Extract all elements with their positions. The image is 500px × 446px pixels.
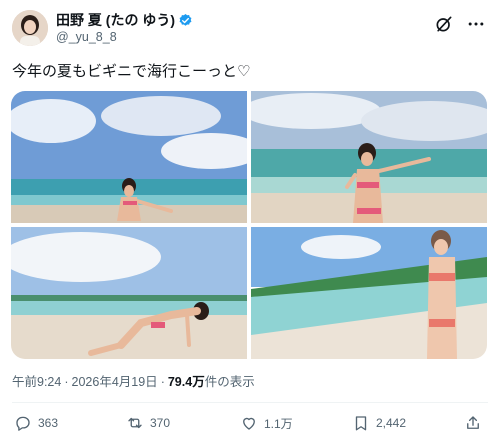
beach-photo-2[interactable] (251, 91, 487, 223)
like-button[interactable]: 1.1万 (240, 414, 293, 432)
divider (12, 402, 488, 403)
bookmark-button[interactable]: 2,442 (352, 414, 406, 432)
verified-badge-icon (178, 13, 193, 28)
beach-photo-4[interactable] (251, 227, 487, 359)
bookmark-icon (355, 416, 367, 431)
more-icon[interactable] (466, 14, 486, 34)
tweet-meta: 午前9:24 · 2026年4月19日 · 79.4万件の表示 (12, 374, 255, 390)
share-button[interactable] (464, 414, 482, 432)
beach-photo-3[interactable] (11, 227, 247, 359)
like-count: 1.1万 (264, 416, 293, 431)
tweet-header: 田野 夏 (たの ゆう) @_yu_8_8 (12, 10, 488, 50)
user-handle[interactable]: @_yu_8_8 (56, 29, 193, 46)
media-grid (11, 91, 487, 359)
reply-count: 363 (38, 416, 59, 430)
tweet-text: 今年の夏もビギニで海行こーっと♡ (12, 63, 251, 80)
meta-separator-2: · (160, 375, 165, 389)
repost-button[interactable]: 370 (126, 414, 170, 432)
display-name[interactable]: 田野 夏 (たの ゆう) (56, 12, 175, 29)
tweet-date[interactable]: 2026年4月19日 (72, 375, 158, 389)
heart-icon (243, 417, 255, 430)
beach-photo-1[interactable] (11, 91, 247, 223)
views-count: 79.4万 (167, 375, 205, 389)
avatar[interactable] (12, 10, 48, 46)
tweet-time[interactable]: 午前9:24 (12, 375, 61, 389)
reply-button[interactable]: 363 (14, 414, 58, 432)
share-icon (467, 416, 479, 429)
bookmark-count: 2,442 (376, 416, 407, 430)
reply-icon (16, 416, 30, 431)
action-bar: 363 370 1.1万 2,442 (12, 414, 488, 436)
repost-count: 370 (150, 416, 171, 430)
views-label: 件の表示 (204, 375, 255, 389)
grok-icon[interactable] (434, 14, 454, 34)
meta-separator: · (64, 375, 69, 389)
repost-icon (128, 417, 142, 429)
